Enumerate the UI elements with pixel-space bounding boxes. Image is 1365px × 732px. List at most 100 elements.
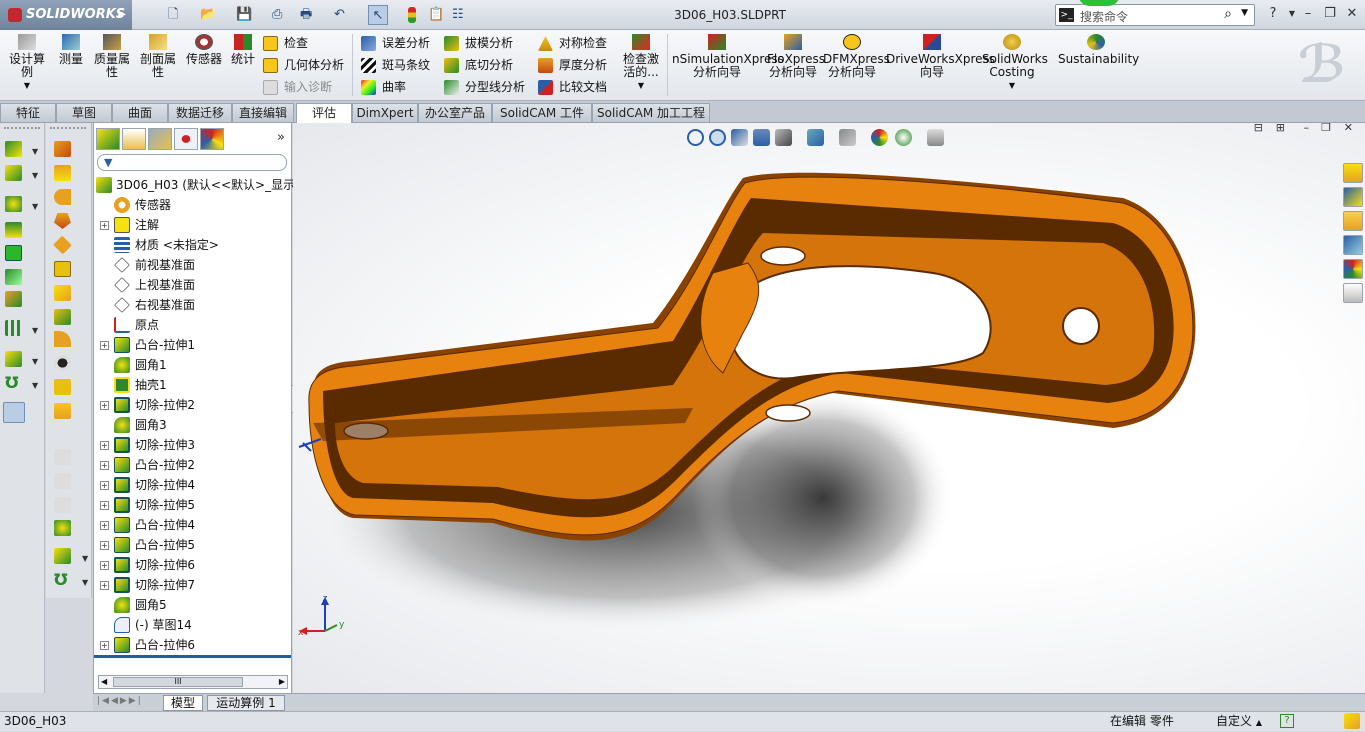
rib-icon[interactable]	[54, 309, 71, 325]
tree-item[interactable]: 前视基准面	[94, 255, 291, 275]
tab-surfaces[interactable]: 曲面	[112, 103, 168, 123]
tree-horizontal-scrollbar[interactable]: ◀ III ▶	[98, 675, 288, 689]
deform-icon[interactable]	[54, 449, 71, 465]
appearances-scenes-icon[interactable]	[1343, 259, 1363, 279]
tree-item[interactable]: 圆角5	[94, 595, 291, 615]
sensor-button[interactable]: 传感器	[185, 34, 223, 66]
search-icon[interactable]: ⌕	[1224, 6, 1232, 22]
draft-analysis-button[interactable]: 拔模分析	[444, 33, 513, 53]
section-properties-button[interactable]: 剖面属性	[138, 34, 178, 79]
expand-icon[interactable]: +	[100, 461, 109, 470]
instant3d-icon[interactable]	[3, 402, 25, 423]
expand-icon[interactable]: +	[100, 541, 109, 550]
smart-dimension-icon[interactable]	[5, 165, 22, 181]
tree-item[interactable]: + 凸台-拉伸6	[94, 635, 291, 655]
feature-tree-tab-icon[interactable]	[96, 128, 120, 150]
tree-item[interactable]: 原点	[94, 315, 291, 335]
simulationxpress-button[interactable]: nSimulationXpress分析向导	[672, 34, 784, 79]
extruded-cut-icon[interactable]	[54, 141, 71, 157]
print-icon[interactable]: ⎙	[272, 5, 282, 25]
chevron-down-icon[interactable]: ▼	[32, 147, 38, 156]
expand-icon[interactable]: +	[100, 401, 109, 410]
save-icon[interactable]: 💾	[236, 5, 252, 25]
tab-dimxpert[interactable]: DimXpert	[352, 103, 418, 123]
chevron-down-icon[interactable]: ▼	[32, 202, 38, 211]
design-study-button[interactable]: 设计算例 ▼	[6, 34, 48, 92]
tree-item[interactable]: 材质 <未指定>	[94, 235, 291, 255]
chevron-down-icon[interactable]: ▼	[82, 554, 88, 563]
curvature-button[interactable]: 曲率	[361, 77, 406, 97]
loft-icon[interactable]	[5, 269, 22, 285]
measure-button[interactable]: 测量	[56, 34, 86, 66]
check-active-document-button[interactable]: 检查激活的... ▼	[620, 34, 662, 92]
reference-geometry-icon[interactable]	[5, 291, 22, 307]
search-commands[interactable]: >_ 搜索命令 ⌕ ▼	[1055, 4, 1255, 26]
expand-icon[interactable]: +	[100, 441, 109, 450]
tree-item[interactable]: + 凸台-拉伸1	[94, 335, 291, 355]
file-properties-icon[interactable]: 📋	[428, 5, 444, 25]
symmetry-check-button[interactable]: 对称检查	[538, 33, 607, 53]
dimxpert-manager-tab-icon[interactable]	[174, 128, 198, 150]
tree-item[interactable]: + 切除-拉伸3	[94, 435, 291, 455]
reference-geometry-2-icon[interactable]	[54, 548, 71, 564]
status-help-icon[interactable]: ?	[1280, 714, 1294, 728]
linear-pattern-icon[interactable]	[5, 320, 22, 336]
view-palette-icon[interactable]	[1343, 235, 1363, 255]
import-diagnostics-button[interactable]: 输入诊断	[263, 77, 332, 97]
geometry-analysis-button[interactable]: 几何体分析	[263, 55, 344, 75]
search-input[interactable]: 搜索命令	[1080, 8, 1128, 25]
curves-2-icon[interactable]: Ʊ	[54, 572, 71, 588]
options-icon[interactable]: ☷	[452, 5, 464, 25]
tree-item[interactable]: + 注解	[94, 215, 291, 235]
rebuild-traffic-light-icon[interactable]	[408, 7, 416, 23]
draft-icon[interactable]	[54, 331, 71, 347]
hole-wizard-icon[interactable]	[54, 520, 71, 536]
tree-item[interactable]: + 切除-拉伸2	[94, 395, 291, 415]
chevron-down-icon[interactable]: ▼	[32, 357, 38, 366]
design-library-icon[interactable]	[1343, 187, 1363, 207]
sweep-icon[interactable]	[5, 245, 22, 261]
statistics-button[interactable]: 统计	[228, 34, 258, 66]
chevron-down-icon[interactable]: ▼	[32, 381, 38, 390]
chevron-down-icon[interactable]: ▼	[32, 326, 38, 335]
tree-item[interactable]: + 切除-拉伸7	[94, 575, 291, 595]
expand-icon[interactable]: +	[100, 341, 109, 350]
floxpress-button[interactable]: FloXpress分析向导	[767, 34, 825, 79]
mass-properties-button[interactable]: 质量属性	[92, 34, 132, 79]
lofted-cut-icon[interactable]	[54, 213, 71, 229]
reference-point-icon[interactable]	[5, 351, 22, 367]
chevron-down-icon[interactable]: ▼	[32, 171, 38, 180]
tree-item[interactable]: 圆角3	[94, 415, 291, 435]
tab-model[interactable]: 模型	[163, 695, 203, 711]
curves-icon[interactable]: Ʊ	[5, 375, 22, 391]
tree-root-part[interactable]: 3D06_H03 (默认<<默认>_显示	[94, 175, 295, 195]
indent-icon[interactable]	[54, 473, 71, 489]
units-selector[interactable]: 自定义 ▲	[1216, 712, 1262, 732]
tree-filter-input[interactable]: ▼	[97, 154, 287, 171]
restore-icon[interactable]: ❐	[1319, 5, 1341, 23]
tab-office-products[interactable]: 办公室产品	[418, 103, 492, 123]
chamfer-icon[interactable]	[54, 285, 71, 301]
driveworksxpress-button[interactable]: DriveWorksXpress向导	[886, 34, 995, 79]
tree-item[interactable]: (-) 草图14	[94, 615, 291, 635]
boundary-cut-icon[interactable]	[53, 235, 72, 255]
print-preview-icon[interactable]: 🖶	[300, 5, 312, 25]
sketch-tool-icon[interactable]	[5, 141, 22, 157]
revolve-icon[interactable]	[5, 222, 22, 238]
tree-item[interactable]: + 切除-拉伸6	[94, 555, 291, 575]
expand-icon[interactable]: +	[100, 501, 109, 510]
tab-solidcam-stock[interactable]: SolidCAM 工件	[492, 103, 592, 123]
swept-cut-icon[interactable]	[54, 189, 71, 205]
chevron-down-icon[interactable]: ▼	[82, 578, 88, 587]
tab-solidcam-machining[interactable]: SolidCAM 加工工程	[592, 103, 710, 123]
flex-icon[interactable]	[54, 497, 71, 513]
minimize-icon[interactable]: –	[1297, 5, 1319, 23]
tree-item[interactable]: + 凸台-拉伸2	[94, 455, 291, 475]
tree-item[interactable]: + 切除-拉伸4	[94, 475, 291, 495]
expand-icon[interactable]: +	[100, 641, 109, 650]
sustainability-button[interactable]: Sustainability	[1058, 34, 1139, 66]
configuration-manager-tab-icon[interactable]	[148, 128, 172, 150]
solidworks-resources-icon[interactable]	[1343, 163, 1363, 183]
tab-direct-editing[interactable]: 直接编辑	[232, 103, 294, 123]
tree-item[interactable]: 抽壳1	[94, 375, 291, 395]
